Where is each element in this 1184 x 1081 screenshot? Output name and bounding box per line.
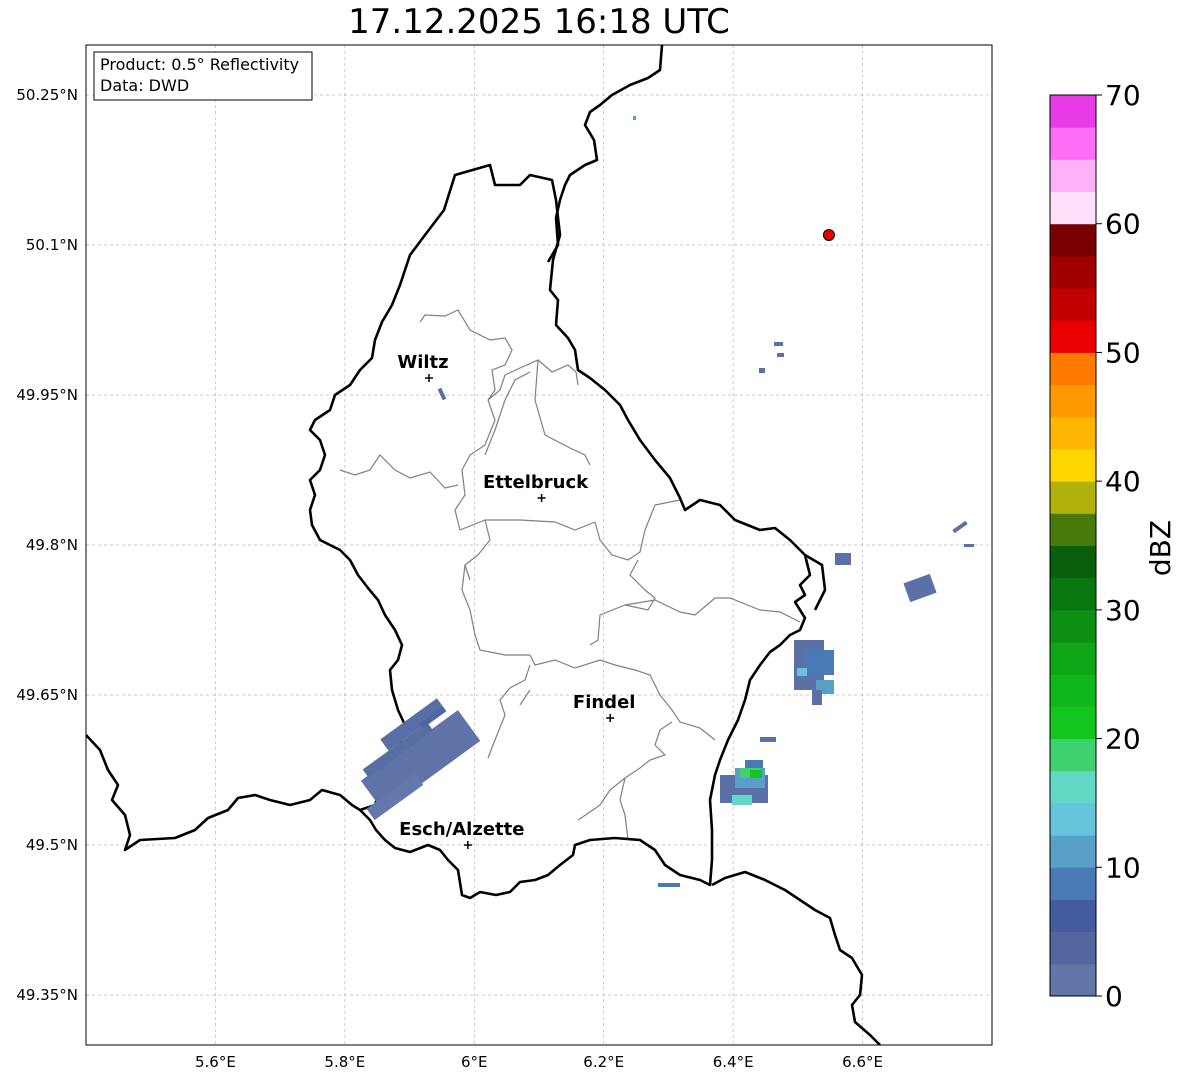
y-tick-label: 49.35°N [16, 986, 78, 1004]
echo-small [774, 342, 783, 346]
echo-small [777, 353, 784, 357]
y-axis-labels: 50.25°N 50.1°N 49.95°N 49.8°N 49.65°N 49.5°N 4… [16, 86, 78, 1004]
colorbar-segment [1050, 191, 1096, 225]
colorbar-tick-label: 70 [1105, 79, 1141, 112]
city-label: Wiltz [397, 352, 448, 373]
colorbar-segment [1050, 481, 1096, 514]
radar-echoes [360, 116, 974, 887]
colorbar-segment [1050, 288, 1096, 321]
echo-small [759, 368, 765, 373]
colorbar-tick-label: 30 [1105, 594, 1141, 627]
echo-small [835, 553, 851, 565]
colorbar-segment [1050, 674, 1096, 707]
colorbar-segment [1050, 320, 1096, 353]
city-label: Findel [573, 692, 636, 713]
graticule [86, 45, 992, 1045]
colorbar-segment [1050, 738, 1096, 772]
colorbar-segment [1050, 642, 1096, 675]
colorbar-segment [1050, 931, 1096, 965]
colorbar-segment [1050, 963, 1096, 997]
y-tick-label: 50.25°N [16, 86, 78, 104]
x-tick-label: 6.2°E [583, 1053, 624, 1071]
echo-small [658, 883, 680, 887]
echo-small [964, 544, 974, 547]
colorbar-segment [1050, 448, 1096, 482]
colorbar-segment [1050, 513, 1096, 546]
colorbar-tick-labels: 0 10 20 30 40 50 60 70 [1096, 79, 1141, 1013]
x-tick-label: 6°E [461, 1053, 488, 1071]
info-data-source: Data: DWD [100, 76, 189, 95]
colorbar-tick-label: 60 [1105, 208, 1141, 241]
french-german-border-south [711, 870, 881, 1045]
colorbar-segment [1050, 384, 1096, 418]
radar-site-marker [822, 229, 835, 241]
colorbar [1049, 94, 1097, 997]
city-label: Ettelbruck [483, 472, 589, 493]
colorbar-tick-label: 0 [1105, 980, 1123, 1013]
y-tick-label: 49.95°N [16, 386, 78, 404]
colorbar-label: dBZ [1144, 520, 1177, 576]
x-tick-label: 6.6°E [842, 1053, 883, 1071]
info-product: Product: 0.5° Reflectivity [100, 55, 299, 74]
city-label: Esch/Alzette [399, 819, 524, 840]
echo-small [437, 387, 447, 401]
info-box: Product: 0.5° Reflectivity Data: DWD [93, 51, 313, 101]
colorbar-segment [1050, 899, 1096, 933]
y-tick-label: 50.1°N [26, 236, 78, 254]
colorbar-tick-label: 40 [1105, 465, 1141, 498]
echo-small [903, 573, 937, 603]
colorbar-tick-label: 20 [1105, 723, 1141, 756]
colorbar-segment [1050, 95, 1096, 128]
echo-small [633, 116, 636, 120]
radar-site-dot [822, 229, 835, 241]
colorbar-segment [1050, 159, 1096, 193]
colorbar-segment [1050, 577, 1096, 611]
colorbar-segment [1050, 255, 1096, 289]
x-tick-label: 5.6°E [195, 1053, 236, 1071]
colorbar-tick-label: 10 [1105, 851, 1141, 884]
x-tick-label: 5.8°E [324, 1053, 365, 1071]
colorbar-segment [1050, 706, 1096, 740]
colorbar-segment [1050, 835, 1096, 868]
colorbar-segment [1050, 770, 1096, 804]
y-tick-label: 49.8°N [26, 536, 78, 554]
y-tick-label: 49.5°N [26, 836, 78, 854]
colorbar-segment [1050, 416, 1096, 450]
colorbar-tick-label: 50 [1105, 336, 1141, 369]
radar-map: WiltzEttelbruckFindelEsch/Alzette 5.6°E 5… [16, 44, 1177, 1071]
colorbar-segment [1050, 223, 1096, 257]
colorbar-segment [1050, 609, 1096, 643]
french-belgian-border [86, 734, 361, 852]
x-axis-labels: 5.6°E 5.8°E 6°E 6.2°E 6.4°E 6.6°E [195, 1053, 883, 1071]
colorbar-segment [1050, 867, 1096, 900]
x-tick-label: 6.4°E [713, 1053, 754, 1071]
colorbar-segment [1050, 802, 1096, 836]
echo-cluster-southwest [360, 698, 481, 821]
y-tick-label: 49.65°N [16, 686, 78, 704]
echo-small [952, 520, 968, 534]
colorbar-segment [1050, 127, 1096, 160]
colorbar-segment [1050, 545, 1096, 579]
german-border-north [546, 45, 664, 263]
echo-cluster-moselle [720, 737, 776, 805]
colorbar-segment [1050, 352, 1096, 386]
